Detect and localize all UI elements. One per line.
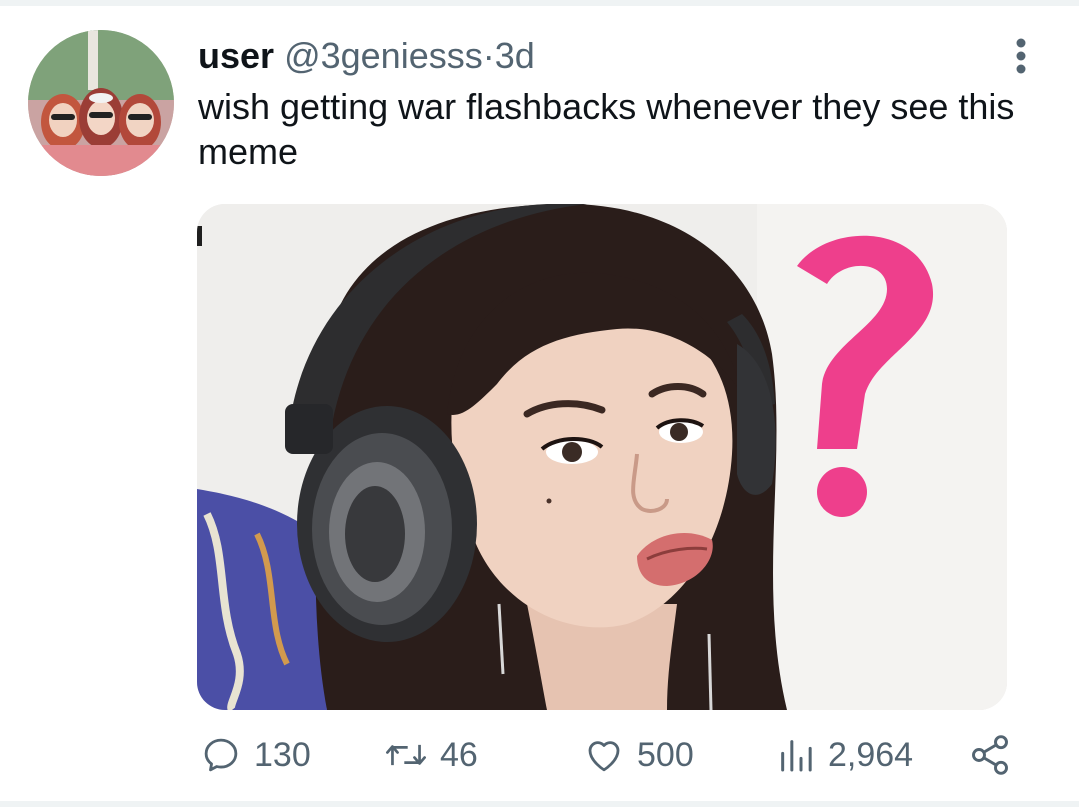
action-bar: 130 46 500 2,964 <box>0 725 1079 785</box>
tweet-text: wish getting war flashbacks whenever the… <box>198 86 1015 172</box>
views-count: 2,964 <box>828 735 914 774</box>
tweet-header: user @3geniesss·3d <box>198 34 535 78</box>
reply-icon <box>204 738 238 772</box>
views-chart-icon <box>781 740 812 772</box>
heart-icon <box>588 741 620 772</box>
timestamp[interactable]: 3d <box>495 35 535 76</box>
reply-button[interactable]: 130 <box>200 725 311 785</box>
retweet-count: 46 <box>440 735 478 774</box>
like-button[interactable]: 500 <box>583 725 694 785</box>
separator-dot: · <box>482 35 495 76</box>
avatar[interactable] <box>28 30 174 176</box>
more-vertical-icon[interactable] <box>1006 36 1036 76</box>
reply-count: 130 <box>254 735 311 774</box>
tweet-media-image[interactable] <box>197 204 1007 710</box>
retweet-icon <box>386 744 426 766</box>
top-divider <box>0 0 1079 6</box>
retweet-button[interactable]: 46 <box>384 725 478 785</box>
user-handle[interactable]: @3geniesss <box>284 35 483 76</box>
share-icon <box>972 735 1008 775</box>
bottom-divider <box>0 801 1079 807</box>
display-name[interactable]: user <box>198 35 274 76</box>
share-button[interactable] <box>968 725 1012 785</box>
like-count: 500 <box>637 735 694 774</box>
views-button[interactable]: 2,964 <box>776 725 913 785</box>
